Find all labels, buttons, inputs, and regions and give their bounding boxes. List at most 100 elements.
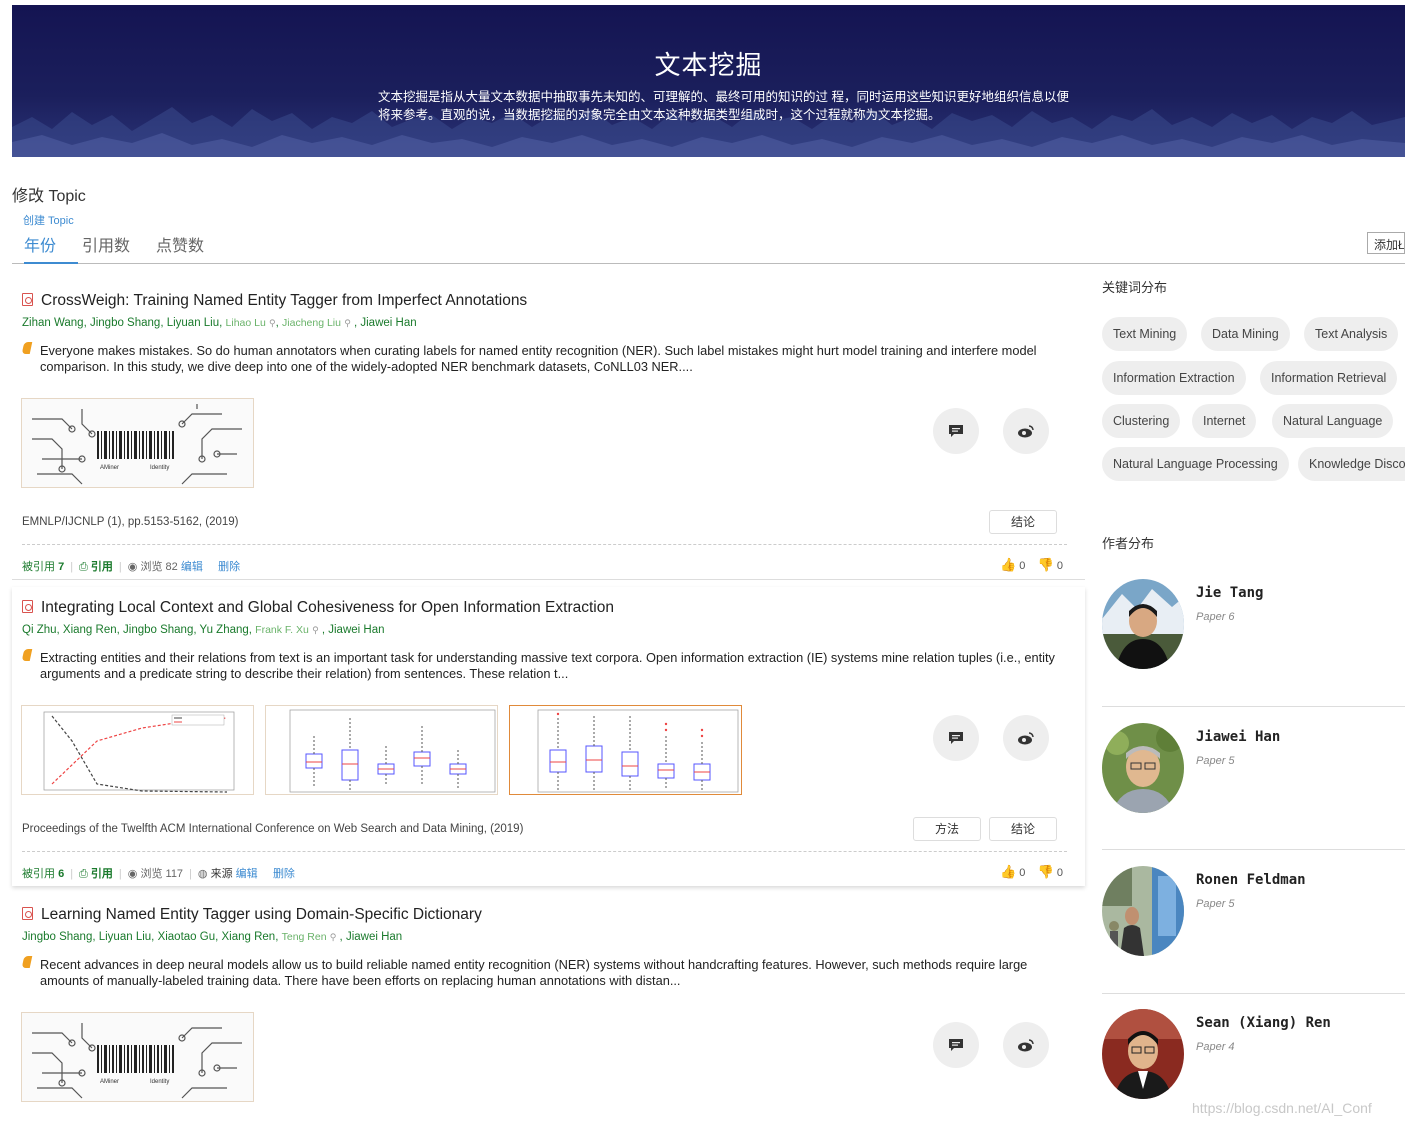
tab-year[interactable]: 年份 bbox=[24, 232, 56, 256]
author-link[interactable]: Jiawei Han bbox=[360, 317, 416, 329]
cited-by-label[interactable]: 被引用 bbox=[22, 868, 55, 880]
author-link[interactable]: Liyuan Liu bbox=[167, 317, 219, 329]
paper-title[interactable]: Integrating Local Context and Global Coh… bbox=[22, 599, 614, 617]
thumbs-down-icon[interactable]: 👎 bbox=[1038, 864, 1054, 879]
keyword-tag[interactable]: Natural Language bbox=[1272, 404, 1394, 438]
thumbs-up-icon[interactable]: 👍 bbox=[1000, 864, 1016, 879]
pdf-icon[interactable] bbox=[22, 293, 33, 306]
keyword-tag[interactable]: Information Retrieval bbox=[1260, 361, 1398, 395]
keyword-tag[interactable]: Information Extraction bbox=[1102, 361, 1246, 395]
paper-authors: Qi Zhu, Xiang Ren, Jingbo Shang, Yu Zhan… bbox=[22, 624, 385, 636]
comment-button[interactable] bbox=[933, 715, 979, 761]
keyword-tag[interactable]: Text Analysis bbox=[1304, 317, 1399, 351]
search-icon[interactable]: ⚲ bbox=[312, 625, 319, 635]
paper-card: Integrating Local Context and Global Coh… bbox=[12, 587, 1085, 886]
share-weibo-button[interactable] bbox=[1003, 715, 1049, 761]
paper-abstract: Everyone makes mistakes. So do human ann… bbox=[21, 342, 1062, 375]
author-paper-count: Paper 6 bbox=[1196, 611, 1235, 623]
paper-title-text[interactable]: Learning Named Entity Tagger using Domai… bbox=[41, 906, 482, 923]
paper-title-text[interactable]: Integrating Local Context and Global Coh… bbox=[41, 599, 614, 616]
weibo-icon bbox=[1018, 425, 1034, 438]
cited-count[interactable]: 6 bbox=[58, 868, 64, 880]
author-link[interactable]: Qi Zhu bbox=[22, 624, 57, 636]
author-name[interactable]: Sean (Xiang) Ren bbox=[1196, 1015, 1331, 1031]
author-link[interactable]: Zihan Wang bbox=[22, 317, 84, 329]
figure-thumbnail-boxplot[interactable] bbox=[265, 705, 498, 795]
author-name[interactable]: Jie Tang bbox=[1196, 585, 1263, 601]
cited-count[interactable]: 7 bbox=[58, 561, 64, 573]
comment-button[interactable] bbox=[933, 408, 979, 454]
keyword-tag[interactable]: Clustering bbox=[1102, 404, 1181, 438]
source-link[interactable]: 来源 bbox=[211, 868, 233, 880]
author-name[interactable]: Jiawei Han bbox=[1196, 729, 1280, 745]
cite-button[interactable]: 引用 bbox=[91, 561, 113, 573]
cite-icon[interactable]: ⎙ bbox=[79, 561, 88, 573]
tag-conclusion-button[interactable]: 结论 bbox=[989, 510, 1057, 534]
keyword-tag[interactable]: Text Mining bbox=[1102, 317, 1188, 351]
tab-likes[interactable]: 点赞数 bbox=[156, 232, 204, 256]
edit-link[interactable]: 编辑 bbox=[236, 868, 258, 880]
author-link[interactable]: Jingbo Shang bbox=[90, 317, 160, 329]
author-link[interactable]: Jiacheng Liu bbox=[282, 317, 341, 329]
authors-heading: 作者分布 bbox=[1102, 536, 1155, 551]
tab-citations[interactable]: 引用数 bbox=[82, 232, 130, 256]
avatar[interactable] bbox=[1102, 1009, 1184, 1099]
logo-text: Identity bbox=[150, 465, 169, 471]
author-link[interactable]: Yu Zhang bbox=[200, 624, 249, 636]
active-tab-indicator bbox=[24, 262, 78, 264]
author-link[interactable]: Xiang Ren bbox=[222, 931, 276, 943]
author-paper-count: Paper 5 bbox=[1196, 898, 1235, 910]
author-link[interactable]: Lihao Lu bbox=[226, 317, 266, 329]
tag-conclusion-button[interactable]: 结论 bbox=[989, 817, 1057, 841]
tag-method-button[interactable]: 方法 bbox=[913, 817, 981, 841]
author-link[interactable]: Jiawei Han bbox=[328, 624, 384, 636]
author-link[interactable]: Xiang Ren bbox=[63, 624, 117, 636]
cited-by-label[interactable]: 被引用 bbox=[22, 561, 55, 573]
pdf-icon[interactable] bbox=[22, 600, 33, 613]
abstract-text: Extracting entities and their relations … bbox=[40, 650, 1055, 681]
paper-venue: Proceedings of the Twelfth ACM Internati… bbox=[22, 823, 524, 835]
share-weibo-button[interactable] bbox=[1003, 408, 1049, 454]
figure-thumbnail-boxplot-selected[interactable] bbox=[509, 705, 742, 795]
delete-link[interactable]: 删除 bbox=[218, 561, 240, 573]
paper-title[interactable]: Learning Named Entity Tagger using Domai… bbox=[22, 906, 482, 924]
delete-link[interactable]: 删除 bbox=[273, 868, 295, 880]
keyword-tag[interactable]: Knowledge Disco bbox=[1298, 447, 1405, 481]
paper-thumbnail-placeholder[interactable]: AMiner Identity bbox=[21, 1012, 254, 1102]
keyword-tag[interactable]: Natural Language Processing bbox=[1102, 447, 1289, 481]
author-link[interactable]: Teng Ren bbox=[282, 931, 327, 943]
paper-stats: 被引用 6 | ⎙ 引用 | ◉ 浏览 117 | ◍ 来源 编辑 删除 bbox=[22, 868, 295, 880]
paper-thumbnail-placeholder[interactable]: AMiner Identity bbox=[21, 398, 254, 488]
share-weibo-button[interactable] bbox=[1003, 1022, 1049, 1068]
create-topic-link[interactable]: 创建 Topic bbox=[23, 212, 74, 228]
author-link[interactable]: Jingbo Shang bbox=[123, 624, 193, 636]
thumbs-up-icon[interactable]: 👍 bbox=[1000, 557, 1016, 572]
figure-thumbnail-line-chart[interactable] bbox=[21, 705, 254, 795]
comment-button[interactable] bbox=[933, 1022, 979, 1068]
author-link[interactable]: Liyuan Liu bbox=[99, 931, 151, 943]
paper-title[interactable]: CrossWeigh: Training Named Entity Tagger… bbox=[22, 292, 527, 310]
search-icon[interactable]: ⚲ bbox=[269, 318, 276, 328]
author-name[interactable]: Ronen Feldman bbox=[1196, 872, 1306, 888]
keyword-tag[interactable]: Data Mining bbox=[1201, 317, 1290, 351]
author-link[interactable]: Jiawei Han bbox=[346, 931, 402, 943]
avatar[interactable] bbox=[1102, 579, 1184, 669]
pdf-icon[interactable] bbox=[22, 907, 33, 920]
cite-icon[interactable]: ⎙ bbox=[79, 868, 88, 880]
thumbs-down-icon[interactable]: 👎 bbox=[1038, 557, 1054, 572]
abstract-text: Recent advances in deep neural models al… bbox=[40, 957, 1028, 988]
paper-title-text[interactable]: CrossWeigh: Training Named Entity Tagger… bbox=[41, 292, 527, 309]
author-link[interactable]: Xiaotao Gu bbox=[158, 931, 216, 943]
search-icon[interactable]: ⚲ bbox=[344, 318, 351, 328]
author-link[interactable]: Jingbo Shang bbox=[22, 931, 92, 943]
avatar[interactable] bbox=[1102, 866, 1184, 956]
edit-topic-link[interactable]: 修改 Topic bbox=[12, 182, 86, 206]
edit-link[interactable]: 编辑 bbox=[181, 561, 203, 573]
avatar[interactable] bbox=[1102, 723, 1184, 813]
globe-icon[interactable]: ◍ bbox=[198, 868, 208, 880]
cite-button[interactable]: 引用 bbox=[91, 868, 113, 880]
eye-icon: ◉ bbox=[127, 561, 138, 573]
keyword-tag[interactable]: Internet bbox=[1192, 404, 1257, 438]
author-link[interactable]: Frank F. Xu bbox=[255, 624, 309, 636]
add-button[interactable]: 添加Ł bbox=[1367, 232, 1405, 254]
